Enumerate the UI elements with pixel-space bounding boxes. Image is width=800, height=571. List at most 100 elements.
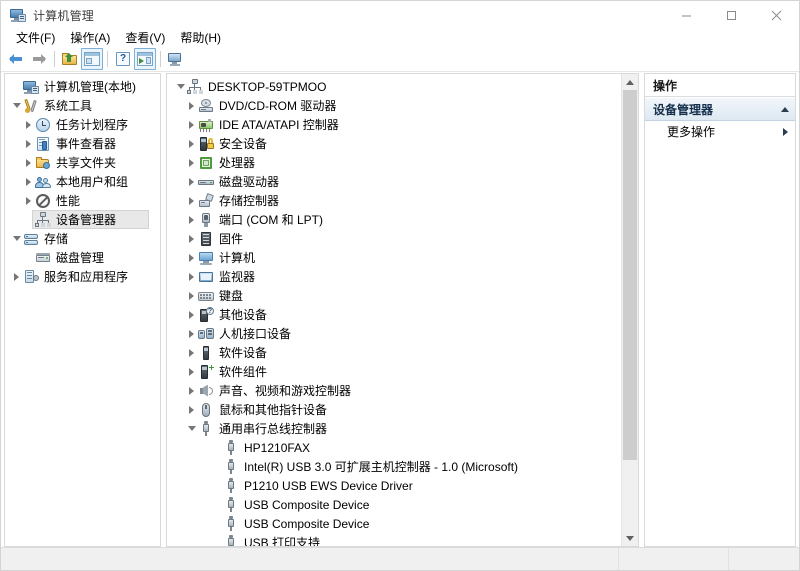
device-tree-scrollbar[interactable] (621, 74, 638, 546)
tree-item[interactable]: 共享文件夹 (5, 153, 160, 172)
tree-item-label: IDE ATA/ATAPI 控制器 (219, 117, 339, 132)
tree-item[interactable]: USB Composite Device (167, 514, 621, 533)
expander-collapsed[interactable] (22, 153, 35, 172)
tree-item[interactable]: 鼠标和其他指针设备 (167, 400, 621, 419)
expander-collapsed[interactable] (185, 172, 198, 191)
tree-item[interactable]: 软件设备 (167, 343, 621, 362)
menu-file[interactable]: 文件(F) (9, 30, 63, 47)
help-button[interactable]: ? (112, 48, 134, 70)
chevron-down-icon (12, 103, 21, 108)
tree-item[interactable]: 计算机管理(本地) (5, 77, 160, 96)
tree-item[interactable]: 性能 (5, 191, 160, 210)
expander-collapsed[interactable] (185, 362, 198, 381)
tree-item[interactable]: DESKTOP-59TPMOO (167, 77, 621, 96)
minimize-button[interactable] (664, 1, 709, 29)
triangle-right-icon (783, 127, 788, 136)
tree-item-label: 通用串行总线控制器 (219, 421, 328, 436)
chevron-right-icon (189, 158, 194, 167)
tree-item[interactable]: 监视器 (167, 267, 621, 286)
expander-expanded[interactable] (10, 96, 23, 115)
menu-help[interactable]: 帮助(H) (173, 30, 229, 47)
more-actions-item[interactable]: 更多操作 (645, 121, 795, 142)
expander-collapsed[interactable] (22, 191, 35, 210)
expander-collapsed[interactable] (185, 324, 198, 343)
expander-collapsed[interactable] (185, 115, 198, 134)
tree-item[interactable]: 声音、视频和游戏控制器 (167, 381, 621, 400)
expander-expanded[interactable] (174, 77, 187, 96)
expander-collapsed[interactable] (185, 267, 198, 286)
tree-item[interactable]: 键盘 (167, 286, 621, 305)
expander-collapsed[interactable] (185, 229, 198, 248)
expander-collapsed[interactable] (185, 343, 198, 362)
tree-item[interactable]: 事件查看器 (5, 134, 160, 153)
close-button[interactable] (754, 1, 799, 29)
scroll-up-button[interactable] (622, 74, 638, 90)
computer-management-window: 计算机管理 文件(F) 操作(A) 查看(V) 帮助(H) ? 计算机管理(本地… (0, 0, 800, 571)
show-hide-console-tree-button[interactable] (81, 48, 103, 70)
back-button[interactable] (6, 48, 28, 70)
triangle-up-icon (781, 106, 789, 112)
expander-collapsed[interactable] (22, 172, 35, 191)
expander-collapsed[interactable] (185, 96, 198, 115)
tree-item[interactable]: 存储控制器 (167, 191, 621, 210)
expander-collapsed[interactable] (185, 134, 198, 153)
tree-item[interactable]: 计算机 (167, 248, 621, 267)
expander-collapsed[interactable] (185, 400, 198, 419)
show-action-pane-button[interactable] (134, 48, 156, 70)
tree-item-label: 安全设备 (219, 136, 268, 151)
shared-folders-icon (35, 155, 51, 171)
expander-collapsed[interactable] (185, 286, 198, 305)
menu-view[interactable]: 查看(V) (118, 30, 173, 47)
tree-item[interactable]: 磁盘管理 (5, 248, 160, 267)
tree-item[interactable]: Intel(R) USB 3.0 可扩展主机控制器 - 1.0 (Microso… (167, 457, 621, 476)
tree-item[interactable]: 本地用户和组 (5, 172, 160, 191)
forward-button[interactable] (28, 48, 50, 70)
tree-item[interactable]: 存储 (5, 229, 160, 248)
services-applications-icon (23, 269, 39, 285)
tree-item[interactable]: 服务和应用程序 (5, 267, 160, 286)
expander-collapsed[interactable] (185, 210, 198, 229)
tree-item[interactable]: 人机接口设备 (167, 324, 621, 343)
expander-collapsed[interactable] (185, 248, 198, 267)
tree-item[interactable]: P1210 USB EWS Device Driver (167, 476, 621, 495)
expander-collapsed[interactable] (185, 153, 198, 172)
tree-item[interactable]: USB 打印支持 (167, 533, 621, 546)
scroll-down-button[interactable] (622, 530, 638, 546)
menu-action[interactable]: 操作(A) (63, 30, 118, 47)
tree-item[interactable]: 系统工具 (5, 96, 160, 115)
expander-collapsed[interactable] (22, 115, 35, 134)
title-bar: 计算机管理 (1, 1, 799, 29)
expander-collapsed[interactable] (10, 267, 23, 286)
tree-item[interactable]: 处理器 (167, 153, 621, 172)
tree-item[interactable]: 安全设备 (167, 134, 621, 153)
tree-item[interactable]: 固件 (167, 229, 621, 248)
expander-collapsed[interactable] (185, 191, 198, 210)
actions-section-device-manager[interactable]: 设备管理器 (645, 97, 795, 121)
tree-item[interactable]: 软件组件 (167, 362, 621, 381)
expander-collapsed[interactable] (22, 134, 35, 153)
tree-item[interactable]: DVD/CD-ROM 驱动器 (167, 96, 621, 115)
actions-section-label: 设备管理器 (653, 102, 714, 117)
tree-item[interactable]: 任务计划程序 (5, 115, 160, 134)
tree-item[interactable]: 端口 (COM 和 LPT) (167, 210, 621, 229)
expander-collapsed[interactable] (185, 381, 198, 400)
up-folder-icon (61, 50, 79, 68)
ports-icon (198, 212, 214, 228)
tree-item[interactable]: 磁盘驱动器 (167, 172, 621, 191)
actions-pane-body (645, 142, 795, 546)
tree-item[interactable]: IDE ATA/ATAPI 控制器 (167, 115, 621, 134)
scrollbar-track[interactable] (622, 90, 638, 530)
tree-item[interactable]: ? 其他设备 (167, 305, 621, 324)
scrollbar-thumb[interactable] (623, 90, 637, 460)
expander-collapsed[interactable] (185, 305, 198, 324)
connect-to-computer-button[interactable] (165, 48, 187, 70)
tree-item-selected[interactable]: 设备管理器 (5, 210, 160, 229)
tree-item[interactable]: 通用串行总线控制器 (167, 419, 621, 438)
tree-item[interactable]: USB Composite Device (167, 495, 621, 514)
maximize-button[interactable] (709, 1, 754, 29)
expander-expanded[interactable] (10, 229, 23, 248)
monitor-device-icon (198, 269, 214, 285)
up-one-level-button[interactable] (59, 48, 81, 70)
expander-expanded[interactable] (185, 419, 198, 438)
tree-item[interactable]: HP1210FAX (167, 438, 621, 457)
